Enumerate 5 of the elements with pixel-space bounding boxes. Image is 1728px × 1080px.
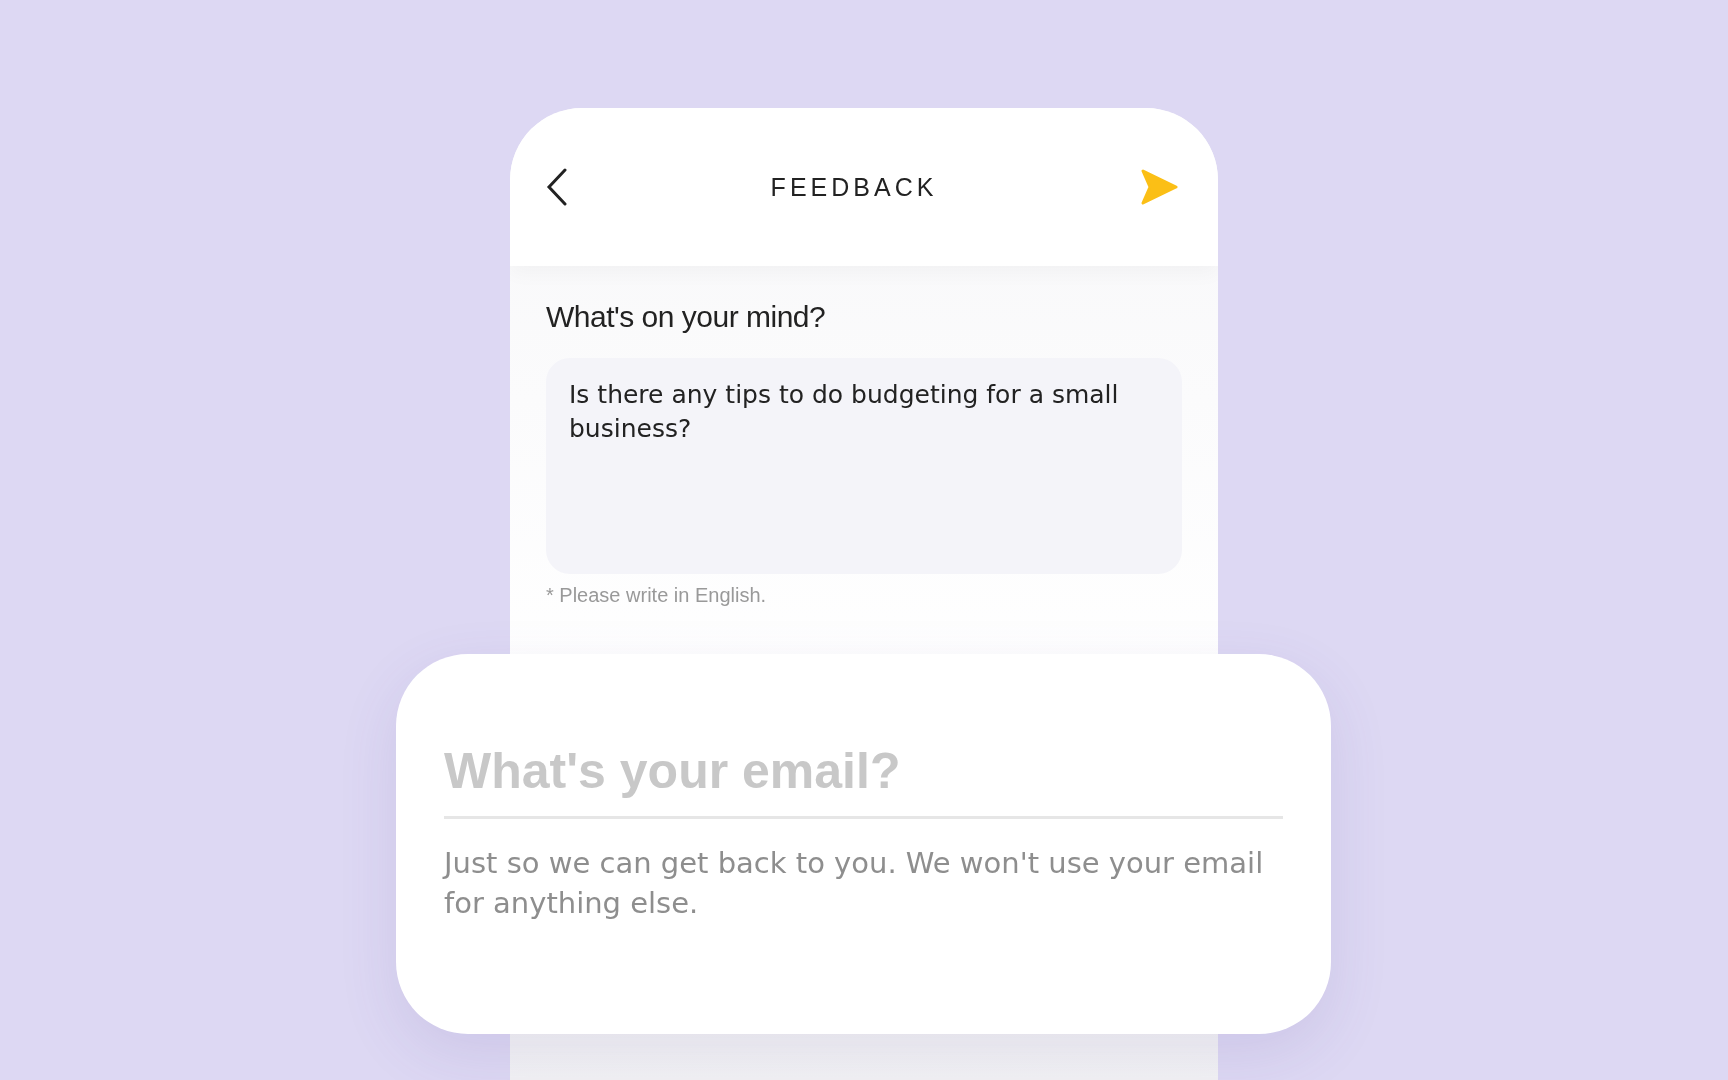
email-help-text: Just so we can get back to you. We won't use your email for anything else. <box>444 845 1265 922</box>
language-note: * Please write in English. <box>546 584 768 607</box>
question-label: What's on your mind? <box>546 300 827 334</box>
screen-title: FEEDBACK <box>770 172 938 202</box>
message-field[interactable]: Is there any tips to do budgeting for a small business? <box>546 358 1182 574</box>
